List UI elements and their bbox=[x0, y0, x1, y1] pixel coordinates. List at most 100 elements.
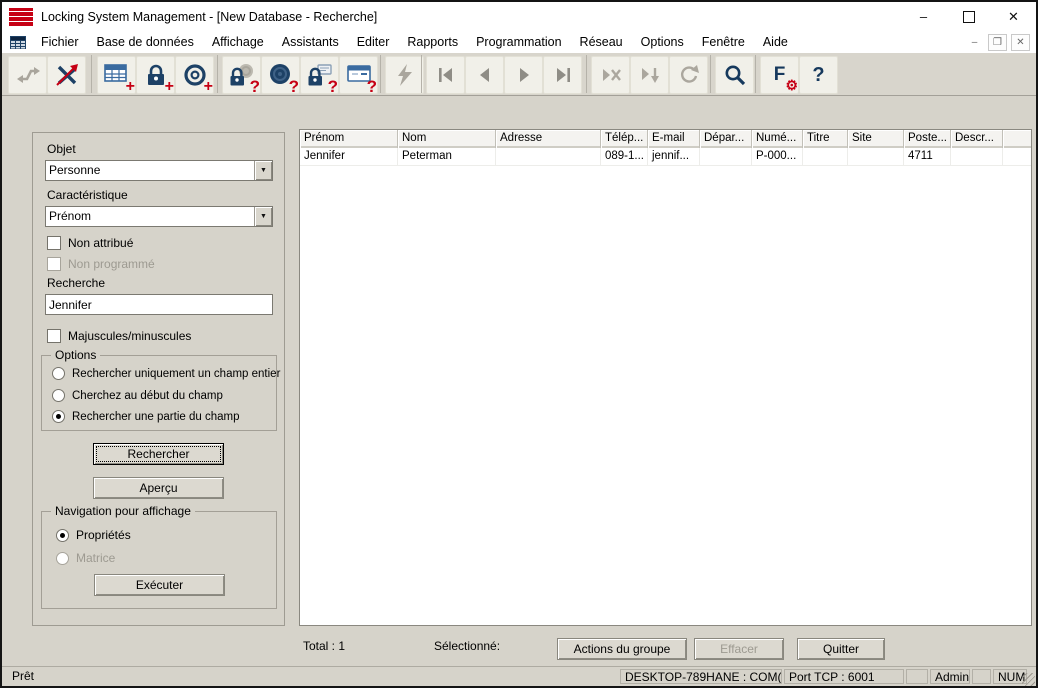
previous-record-button[interactable] bbox=[465, 56, 504, 94]
navigation-group: Navigation pour affichage Propriétés Mat… bbox=[41, 511, 277, 609]
close-button[interactable]: ✕ bbox=[991, 2, 1036, 31]
radio-part-field[interactable] bbox=[52, 410, 65, 423]
chevron-down-icon[interactable]: ▼ bbox=[254, 207, 272, 226]
case-sensitive-checkbox[interactable] bbox=[47, 329, 61, 343]
mdi-restore-button[interactable]: ❐ bbox=[988, 34, 1007, 51]
cell-prenom[interactable]: Jennifer bbox=[300, 148, 398, 165]
menu-reseau[interactable]: Réseau bbox=[571, 31, 632, 53]
clear-button[interactable]: Effacer bbox=[694, 638, 784, 660]
cell-filler bbox=[1003, 148, 1031, 165]
menu-programmation[interactable]: Programmation bbox=[467, 31, 570, 53]
column-header-departement[interactable]: Dépar... bbox=[700, 130, 752, 148]
status-empty-2 bbox=[972, 669, 991, 684]
sync-button[interactable] bbox=[8, 56, 47, 94]
not-assigned-checkbox[interactable] bbox=[47, 236, 61, 250]
read-lock-card-button[interactable]: ? bbox=[300, 56, 339, 94]
radio-properties[interactable] bbox=[56, 529, 69, 542]
cell-nom[interactable]: Peterman bbox=[398, 148, 496, 165]
object-dropdown[interactable]: Personne ▼ bbox=[45, 160, 273, 181]
menu-assistants[interactable]: Assistants bbox=[273, 31, 348, 53]
case-sensitive-checkbox-row[interactable]: Majuscules/minuscules bbox=[47, 329, 191, 343]
cell-titre[interactable] bbox=[803, 148, 848, 165]
question-icon: ? bbox=[328, 79, 338, 95]
help-icon: ? bbox=[812, 64, 824, 87]
group-actions-button[interactable]: Actions du groupe bbox=[557, 638, 687, 660]
column-header-titre[interactable]: Titre bbox=[803, 130, 848, 148]
next-record-button[interactable] bbox=[504, 56, 543, 94]
column-header-numero[interactable]: Numé... bbox=[752, 130, 803, 148]
sync-icon bbox=[15, 65, 41, 85]
apercu-button[interactable]: Aperçu bbox=[93, 477, 224, 499]
menu-fenetre[interactable]: Fenêtre bbox=[693, 31, 754, 53]
menu-editer[interactable]: Editer bbox=[348, 31, 399, 53]
next-down-button[interactable] bbox=[630, 56, 669, 94]
not-assigned-checkbox-row[interactable]: Non attribué bbox=[47, 236, 133, 250]
resize-grip[interactable] bbox=[1022, 673, 1035, 686]
new-locking-system-button[interactable]: + bbox=[97, 56, 136, 94]
read-network-button[interactable]: ? bbox=[339, 56, 378, 94]
menu-options[interactable]: Options bbox=[632, 31, 693, 53]
program-button[interactable] bbox=[385, 56, 424, 94]
search-input[interactable] bbox=[45, 294, 273, 315]
search-button-toolbar[interactable] bbox=[715, 56, 754, 94]
first-record-button[interactable] bbox=[426, 56, 465, 94]
new-transponder-button[interactable]: + bbox=[175, 56, 214, 94]
column-header-poste[interactable]: Poste... bbox=[904, 130, 951, 148]
column-header-site[interactable]: Site bbox=[848, 130, 904, 148]
new-lock-button[interactable]: + bbox=[136, 56, 175, 94]
disconnect-button[interactable] bbox=[47, 56, 86, 94]
menu-aide[interactable]: Aide bbox=[754, 31, 797, 53]
radio-start-field[interactable] bbox=[52, 389, 65, 402]
refresh-icon bbox=[678, 65, 700, 85]
results-list: Prénom Nom Adresse Télép... E-mail Dépar… bbox=[299, 129, 1032, 626]
cell-adresse[interactable] bbox=[496, 148, 601, 165]
minimize-button[interactable]: – bbox=[901, 2, 946, 31]
quit-button[interactable]: Quitter bbox=[797, 638, 885, 660]
maximize-button[interactable] bbox=[946, 2, 991, 31]
menu-affichage[interactable]: Affichage bbox=[203, 31, 273, 53]
cell-poste[interactable]: 4711 bbox=[904, 148, 951, 165]
menu-fichier[interactable]: Fichier bbox=[32, 31, 88, 53]
filter-icon: F bbox=[774, 64, 786, 86]
cell-email[interactable]: jennif... bbox=[648, 148, 700, 165]
not-programmed-label: Non programmé bbox=[68, 257, 155, 271]
chevron-down-icon[interactable]: ▼ bbox=[254, 161, 272, 180]
characteristic-dropdown[interactable]: Prénom ▼ bbox=[45, 206, 273, 227]
radio-start-field-row[interactable]: Cherchez au début du champ bbox=[52, 389, 223, 402]
cell-departement[interactable] bbox=[700, 148, 752, 165]
column-header-email[interactable]: E-mail bbox=[648, 130, 700, 148]
radio-part-field-row[interactable]: Rechercher une partie du champ bbox=[52, 410, 240, 423]
last-record-button[interactable] bbox=[543, 56, 582, 94]
toolbar-separator bbox=[755, 55, 756, 93]
column-header-nom[interactable]: Nom bbox=[398, 130, 496, 148]
executer-button[interactable]: Exécuter bbox=[94, 574, 225, 596]
radio-full-field[interactable] bbox=[52, 367, 65, 380]
help-button[interactable]: ? bbox=[799, 56, 838, 94]
radio-properties-row[interactable]: Propriétés bbox=[56, 528, 131, 542]
column-header-description[interactable]: Descr... bbox=[951, 130, 1003, 148]
menu-rapports[interactable]: Rapports bbox=[398, 31, 467, 53]
object-dropdown-value: Personne bbox=[46, 161, 254, 180]
mdi-close-button[interactable]: ✕ bbox=[1011, 34, 1030, 51]
not-programmed-checkbox bbox=[47, 257, 61, 271]
column-header-adresse[interactable]: Adresse bbox=[496, 130, 601, 148]
read-transponder-button[interactable]: ? bbox=[261, 56, 300, 94]
plus-icon: + bbox=[165, 79, 174, 95]
cell-description[interactable] bbox=[951, 148, 1003, 165]
column-header-telephone[interactable]: Télép... bbox=[601, 130, 648, 148]
cell-site[interactable] bbox=[848, 148, 904, 165]
read-lock-button[interactable]: ? bbox=[222, 56, 261, 94]
filter-settings-button[interactable]: F ⚙ bbox=[760, 56, 799, 94]
rechercher-button[interactable]: Rechercher bbox=[93, 443, 224, 465]
cell-telephone[interactable]: 089-1... bbox=[601, 148, 648, 165]
characteristic-dropdown-value: Prénom bbox=[46, 207, 254, 226]
menu-base-de-donnees[interactable]: Base de données bbox=[88, 31, 203, 53]
radio-full-field-row[interactable]: Rechercher uniquement un champ entier bbox=[52, 367, 280, 380]
toolbar-separator bbox=[380, 55, 381, 93]
cell-numero[interactable]: P-000... bbox=[752, 148, 803, 165]
column-header-prenom[interactable]: Prénom bbox=[300, 130, 398, 148]
table-row[interactable]: Jennifer Peterman 089-1... jennif... P-0… bbox=[300, 148, 1031, 166]
mdi-minimize-button[interactable]: – bbox=[965, 34, 984, 51]
next-mismatch-button[interactable] bbox=[591, 56, 630, 94]
refresh-button[interactable] bbox=[669, 56, 708, 94]
